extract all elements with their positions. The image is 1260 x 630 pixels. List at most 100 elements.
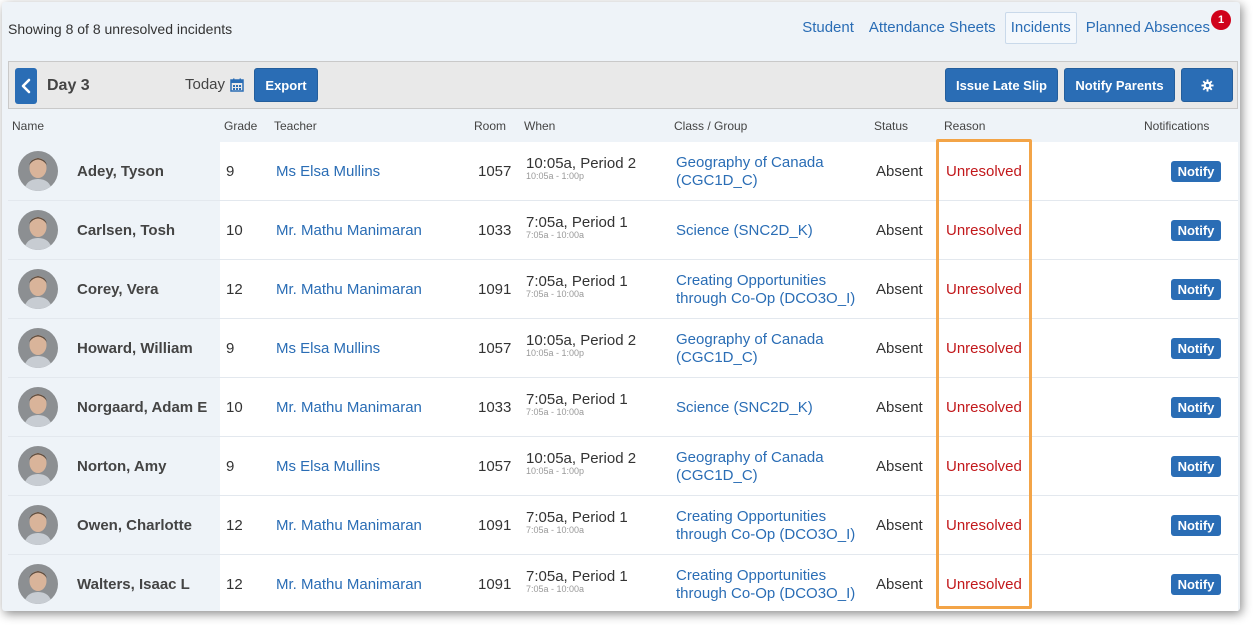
student-name[interactable]: Norgaard, Adam E (77, 399, 207, 416)
notify-button[interactable]: Notify (1171, 456, 1221, 477)
notify-button[interactable]: Notify (1171, 279, 1221, 300)
when-cell: 10:05a, Period 2 10:05a - 1:00p (526, 155, 636, 181)
student-name[interactable]: Adey, Tyson (77, 163, 164, 180)
column-status[interactable]: Status (874, 119, 908, 133)
table-row[interactable]: Corey, Vera 12 Mr. Mathu Manimaran 1091 … (8, 260, 1238, 319)
notify-button[interactable]: Notify (1171, 515, 1221, 536)
when-value: 7:05a, Period 1 (526, 568, 628, 585)
column-room[interactable]: Room (474, 119, 506, 133)
teacher-link[interactable]: Mr. Mathu Manimaran (276, 222, 422, 239)
when-range: 7:05a - 10:00a (526, 584, 585, 594)
teacher-link[interactable]: Ms Elsa Mullins (276, 163, 380, 180)
class-name: Science (SNC2D_K) (676, 222, 813, 239)
column-reason[interactable]: Reason (944, 119, 985, 133)
teacher-link[interactable]: Mr. Mathu Manimaran (276, 399, 422, 416)
class-link[interactable]: Geography of Canada (CGC1D_C) (676, 331, 876, 367)
table-row[interactable]: Adey, Tyson 9 Ms Elsa Mullins 1057 10:05… (8, 142, 1238, 201)
class-link[interactable]: Science (SNC2D_K) (676, 222, 876, 240)
incidents-panel: Showing 8 of 8 unresolved incidents Stud… (2, 2, 1240, 611)
class-name: Geography of Canada (676, 154, 824, 171)
reason-value[interactable]: Unresolved (946, 458, 1022, 475)
avatar (18, 151, 58, 191)
student-name[interactable]: Howard, William (77, 340, 193, 357)
incident-table-body: Adey, Tyson 9 Ms Elsa Mullins 1057 10:05… (8, 142, 1238, 611)
column-class[interactable]: Class / Group (674, 119, 747, 133)
reason-value[interactable]: Unresolved (946, 576, 1022, 593)
reason-value[interactable]: Unresolved (946, 281, 1022, 298)
room-value: 1057 (478, 340, 512, 357)
column-when[interactable]: When (524, 119, 555, 133)
avatar (18, 505, 58, 545)
tab-planned-absences[interactable]: Planned Absences 1 (1080, 10, 1231, 44)
day-label: Day 3 (47, 77, 90, 94)
teacher-link[interactable]: Mr. Mathu Manimaran (276, 517, 422, 534)
column-name[interactable]: Name (12, 119, 44, 133)
notify-button[interactable]: Notify (1171, 161, 1221, 182)
room-value: 1057 (478, 458, 512, 475)
table-row[interactable]: Norton, Amy 9 Ms Elsa Mullins 1057 10:05… (8, 437, 1238, 496)
avatar (18, 446, 58, 486)
room-value: 1091 (478, 517, 512, 534)
student-name[interactable]: Corey, Vera (77, 281, 158, 298)
table-row[interactable]: Owen, Charlotte 12 Mr. Mathu Manimaran 1… (8, 496, 1238, 555)
status-value: Absent (876, 399, 923, 416)
column-notifications[interactable]: Notifications (1144, 119, 1209, 133)
when-cell: 10:05a, Period 2 10:05a - 1:00p (526, 332, 636, 358)
column-grade[interactable]: Grade (224, 119, 257, 133)
teacher-link[interactable]: Ms Elsa Mullins (276, 340, 380, 357)
reason-value[interactable]: Unresolved (946, 340, 1022, 357)
today-picker[interactable]: Today (185, 76, 244, 93)
when-value: 10:05a, Period 2 (526, 332, 637, 349)
when-value: 7:05a, Period 1 (526, 273, 628, 290)
class-link[interactable]: Geography of Canada (CGC1D_C) (676, 154, 876, 190)
class-name: Creating Opportunities (676, 508, 827, 525)
tab-student[interactable]: Student (796, 12, 860, 44)
teacher-link[interactable]: Ms Elsa Mullins (276, 458, 380, 475)
student-name[interactable]: Owen, Charlotte (77, 517, 192, 534)
notify-button[interactable]: Notify (1171, 397, 1221, 418)
table-row[interactable]: Norgaard, Adam E 10 Mr. Mathu Manimaran … (8, 378, 1238, 437)
reason-value[interactable]: Unresolved (946, 517, 1022, 534)
class-link[interactable]: Science (SNC2D_K) (676, 399, 876, 417)
notify-parents-button[interactable]: Notify Parents (1064, 68, 1175, 102)
column-teacher[interactable]: Teacher (274, 119, 317, 133)
status-value: Absent (876, 576, 923, 593)
grade-value: 9 (226, 163, 235, 180)
student-cell: Carlsen, Tosh (8, 201, 220, 259)
when-range: 7:05a - 10:00a (526, 407, 585, 417)
when-range: 7:05a - 10:00a (526, 289, 585, 299)
tab-incidents[interactable]: Incidents (1004, 12, 1077, 44)
notify-button[interactable]: Notify (1171, 220, 1221, 241)
student-name[interactable]: Walters, Isaac L (77, 576, 190, 593)
student-name[interactable]: Norton, Amy (77, 458, 166, 475)
reason-value[interactable]: Unresolved (946, 163, 1022, 180)
table-row[interactable]: Howard, William 9 Ms Elsa Mullins 1057 1… (8, 319, 1238, 378)
notify-button[interactable]: Notify (1171, 574, 1221, 595)
teacher-link[interactable]: Mr. Mathu Manimaran (276, 281, 422, 298)
calendar-icon (230, 78, 244, 92)
tab-attendance-sheets[interactable]: Attendance Sheets (863, 12, 1002, 44)
grade-value: 9 (226, 340, 235, 357)
table-row[interactable]: Walters, Isaac L 12 Mr. Mathu Manimaran … (8, 555, 1238, 611)
issue-late-slip-button[interactable]: Issue Late Slip (945, 68, 1058, 102)
when-cell: 7:05a, Period 1 7:05a - 10:00a (526, 273, 628, 299)
class-code: through Co-Op (DCO3O_I) (676, 290, 856, 307)
status-value: Absent (876, 222, 923, 239)
previous-day-button[interactable] (15, 68, 37, 104)
avatar (18, 564, 58, 604)
reason-value[interactable]: Unresolved (946, 399, 1022, 416)
export-button[interactable]: Export (254, 68, 318, 102)
table-row[interactable]: Carlsen, Tosh 10 Mr. Mathu Manimaran 103… (8, 201, 1238, 260)
teacher-link[interactable]: Mr. Mathu Manimaran (276, 576, 422, 593)
toolbar: Day 3 Today Export Issue Late Slip Notif… (8, 61, 1238, 109)
status-value: Absent (876, 281, 923, 298)
student-name[interactable]: Carlsen, Tosh (77, 222, 175, 239)
class-link[interactable]: Creating Opportunities through Co-Op (DC… (676, 508, 876, 544)
settings-button[interactable] (1181, 68, 1233, 102)
class-link[interactable]: Creating Opportunities through Co-Op (DC… (676, 567, 876, 603)
reason-value[interactable]: Unresolved (946, 222, 1022, 239)
class-link[interactable]: Creating Opportunities through Co-Op (DC… (676, 272, 876, 308)
class-link[interactable]: Geography of Canada (CGC1D_C) (676, 449, 876, 485)
top-nav: Student Attendance Sheets Incidents Plan… (793, 10, 1231, 44)
notify-button[interactable]: Notify (1171, 338, 1221, 359)
